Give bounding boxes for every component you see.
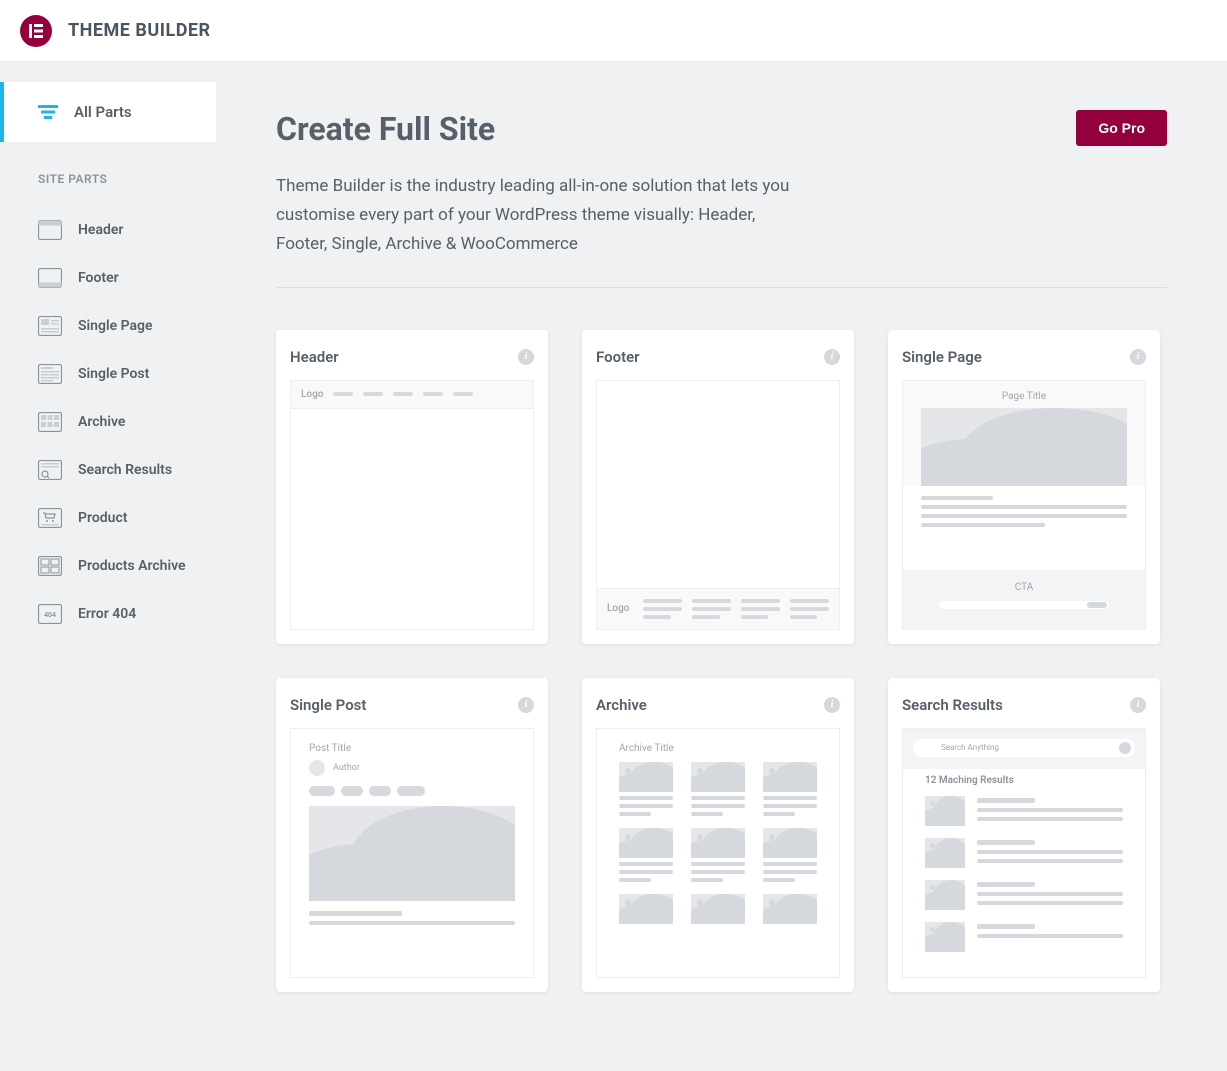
- elementor-logo-icon: [20, 15, 52, 47]
- sidebar-item-label: Error 404: [78, 605, 136, 623]
- mock-page-title: Page Title: [903, 381, 1145, 408]
- mock-cta: CTA: [903, 570, 1145, 601]
- sidebar-item-error-404[interactable]: 404 Error 404: [0, 590, 216, 638]
- topbar: THEME BUILDER: [0, 0, 1227, 62]
- sidebar-item-label: Single Page: [78, 317, 153, 335]
- error-404-icon: 404: [38, 604, 62, 624]
- card-title: Single Page: [902, 348, 982, 366]
- mock-header: Logo: [290, 380, 534, 630]
- card-title: Archive: [596, 696, 647, 714]
- card-title: Footer: [596, 348, 640, 366]
- card-single-post[interactable]: Single Post i Post Title Author: [276, 678, 548, 992]
- info-icon[interactable]: i: [824, 349, 840, 365]
- single-page-icon: [38, 316, 62, 336]
- mock-footer: Logo: [596, 380, 840, 630]
- sidebar-item-label: Archive: [78, 413, 125, 431]
- page-title: Create Full Site: [276, 110, 495, 148]
- mock-search-results-count: 12 Maching Results: [903, 769, 1145, 796]
- filter-icon: [38, 105, 58, 119]
- sidebar-item-search-results[interactable]: Search Results: [0, 446, 216, 494]
- divider: [276, 287, 1167, 288]
- sidebar-item-all-parts[interactable]: All Parts: [0, 82, 216, 142]
- mock-archive: Archive Title: [596, 728, 840, 978]
- card-footer[interactable]: Footer i Logo: [582, 330, 854, 644]
- info-icon[interactable]: i: [518, 697, 534, 713]
- products-archive-icon: [38, 556, 62, 576]
- single-post-icon: [38, 364, 62, 384]
- sidebar: All Parts SITE PARTS Header Footer Singl…: [0, 62, 216, 1071]
- card-title: Search Results: [902, 696, 1003, 714]
- sidebar-item-label: Single Post: [78, 365, 149, 383]
- page-description: Theme Builder is the industry leading al…: [276, 172, 796, 259]
- sidebar-item-label: All Parts: [74, 103, 132, 121]
- product-icon: [38, 508, 62, 528]
- go-pro-button[interactable]: Go Pro: [1076, 110, 1167, 146]
- mock-search-results: Search Anything 12 Maching Results: [902, 728, 1146, 978]
- sidebar-item-footer[interactable]: Footer: [0, 254, 216, 302]
- card-title: Header: [290, 348, 339, 366]
- mock-post-title: Post Title: [291, 729, 533, 760]
- card-archive[interactable]: Archive i Archive Title: [582, 678, 854, 992]
- main-content: Create Full Site Go Pro Theme Builder is…: [216, 62, 1227, 1071]
- mock-logo-text: Logo: [301, 389, 323, 400]
- cards-grid: Header i Logo Foote: [276, 330, 1167, 992]
- svg-text:404: 404: [44, 612, 56, 619]
- mock-author: Author: [333, 763, 360, 773]
- sidebar-item-label: Product: [78, 509, 127, 527]
- card-single-page[interactable]: Single Page i Page Title: [888, 330, 1160, 644]
- sidebar-item-label: Header: [78, 221, 123, 239]
- avatar-icon: [309, 760, 325, 776]
- sidebar-item-label: Products Archive: [78, 557, 186, 575]
- info-icon[interactable]: i: [1130, 349, 1146, 365]
- mock-archive-title: Archive Title: [597, 729, 839, 762]
- footer-icon: [38, 268, 62, 288]
- sidebar-item-label: Footer: [78, 269, 119, 287]
- card-header[interactable]: Header i Logo: [276, 330, 548, 644]
- mock-search-placeholder: Search Anything: [941, 743, 999, 752]
- info-icon[interactable]: i: [824, 697, 840, 713]
- close-icon: [1119, 742, 1131, 754]
- info-icon[interactable]: i: [518, 349, 534, 365]
- sidebar-item-single-post[interactable]: Single Post: [0, 350, 216, 398]
- app-title: THEME BUILDER: [68, 20, 211, 41]
- sidebar-section-label: SITE PARTS: [0, 142, 216, 206]
- sidebar-item-header[interactable]: Header: [0, 206, 216, 254]
- mock-logo-text: Logo: [607, 603, 629, 614]
- archive-icon: [38, 412, 62, 432]
- mock-single-page: Page Title CTA: [902, 380, 1146, 630]
- sidebar-item-label: Search Results: [78, 461, 172, 479]
- info-icon[interactable]: i: [1130, 697, 1146, 713]
- header-icon: [38, 220, 62, 240]
- card-title: Single Post: [290, 696, 366, 714]
- mock-single-post: Post Title Author: [290, 728, 534, 978]
- search-results-icon: [38, 460, 62, 480]
- card-search-results[interactable]: Search Results i Search Anything 12 Mach…: [888, 678, 1160, 992]
- sidebar-item-single-page[interactable]: Single Page: [0, 302, 216, 350]
- sidebar-item-products-archive[interactable]: Products Archive: [0, 542, 216, 590]
- sidebar-item-archive[interactable]: Archive: [0, 398, 216, 446]
- sidebar-item-product[interactable]: Product: [0, 494, 216, 542]
